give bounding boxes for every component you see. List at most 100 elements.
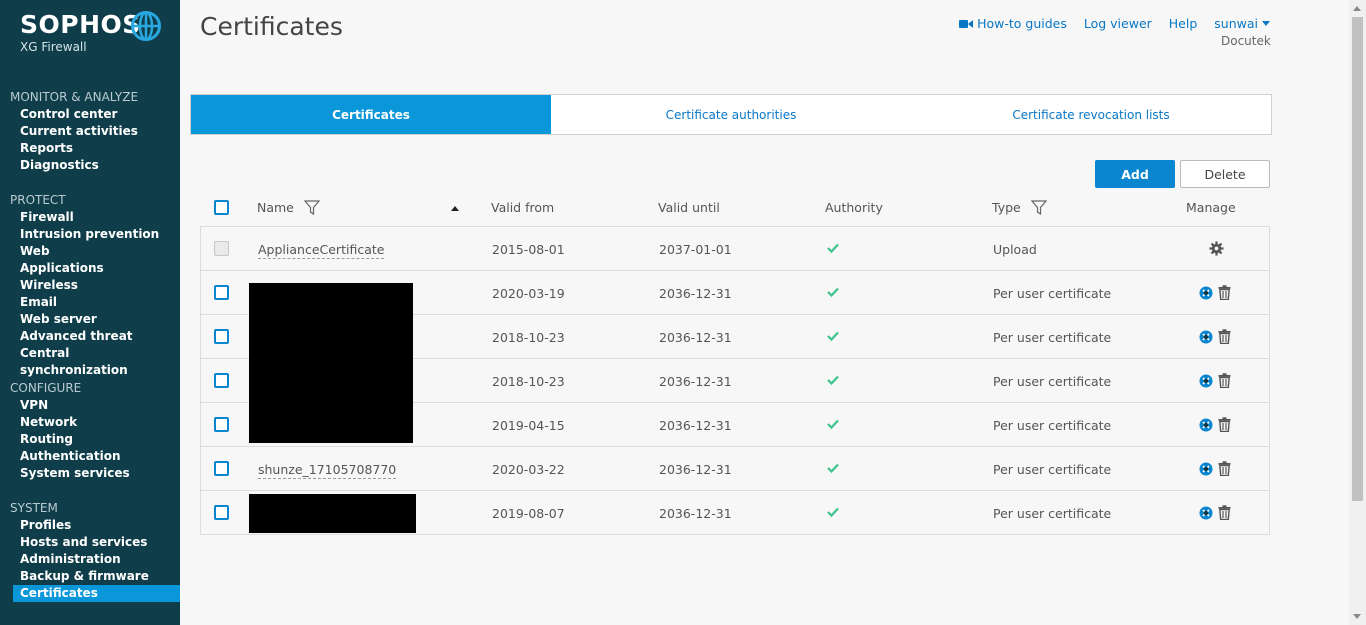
tab-bar: Certificates Certificate authorities Cer… <box>190 94 1272 135</box>
sidebar-item-hosts-and-services[interactable]: Hosts and services <box>0 534 180 551</box>
row-checkbox[interactable] <box>214 505 229 520</box>
redacted-names-block <box>249 283 413 443</box>
table-row: ApplianceCertificate 2015-08-01 2037-01-… <box>201 227 1269 271</box>
column-valid-until[interactable]: Valid until <box>658 200 720 215</box>
row-checkbox[interactable] <box>214 329 229 344</box>
row-checkbox[interactable] <box>214 417 229 432</box>
download-icon[interactable] <box>1199 286 1213 300</box>
filter-icon[interactable] <box>303 200 320 215</box>
log-viewer-link[interactable]: Log viewer <box>1084 16 1152 31</box>
valid-until: 2036-12-31 <box>659 418 732 433</box>
row-checkbox[interactable] <box>214 285 229 300</box>
nav-section-monitor: MONITOR & ANALYZE <box>10 90 139 104</box>
column-authority[interactable]: Authority <box>825 200 883 215</box>
valid-until: 2036-12-31 <box>659 330 732 345</box>
scroll-up-icon[interactable] <box>1353 6 1361 11</box>
top-links: How-to guides Log viewer Help sunwai <box>959 16 1270 31</box>
tab-certificate-revocation-lists[interactable]: Certificate revocation lists <box>911 95 1271 134</box>
sidebar-item-authentication[interactable]: Authentication <box>0 448 180 465</box>
check-icon <box>827 375 839 385</box>
valid-from: 2015-08-01 <box>492 242 565 257</box>
certificate-name[interactable]: ApplianceCertificate <box>258 242 385 259</box>
valid-until: 2036-12-31 <box>659 374 732 389</box>
sidebar-item-routing[interactable]: Routing <box>0 431 180 448</box>
sidebar-item-backup-firmware[interactable]: Backup & firmware <box>0 568 180 585</box>
trash-icon[interactable] <box>1218 461 1231 476</box>
sidebar-item-web-server[interactable]: Web server <box>0 311 180 328</box>
sidebar-item-administration[interactable]: Administration <box>0 551 180 568</box>
nav-section-configure: CONFIGURE <box>10 381 82 395</box>
download-icon[interactable] <box>1199 330 1213 344</box>
row-checkbox[interactable] <box>214 373 229 388</box>
scroll-down-icon[interactable] <box>1353 614 1361 619</box>
column-manage: Manage <box>1186 200 1236 215</box>
tab-certificate-authorities[interactable]: Certificate authorities <box>551 95 911 134</box>
sidebar-item-system-services[interactable]: System services <box>0 465 180 482</box>
sidebar-item-vpn[interactable]: VPN <box>0 397 180 414</box>
how-to-guides-link[interactable]: How-to guides <box>959 16 1067 31</box>
user-menu[interactable]: sunwai <box>1214 16 1270 31</box>
sidebar-item-firewall[interactable]: Firewall <box>0 209 180 226</box>
download-icon[interactable] <box>1199 506 1213 520</box>
filter-icon[interactable] <box>1030 200 1047 215</box>
download-icon[interactable] <box>1199 462 1213 476</box>
check-icon <box>827 287 839 297</box>
valid-from: 2020-03-19 <box>492 286 565 301</box>
chevron-down-icon <box>1262 21 1270 26</box>
redacted-name-block <box>249 494 416 533</box>
help-link[interactable]: Help <box>1169 16 1198 31</box>
valid-from: 2019-08-07 <box>492 506 565 521</box>
sidebar-item-profiles[interactable]: Profiles <box>0 517 180 534</box>
sidebar-item-certificates[interactable]: Certificates <box>13 585 180 602</box>
trash-icon[interactable] <box>1218 417 1231 432</box>
nav-section-system: SYSTEM <box>10 501 58 515</box>
select-all-checkbox[interactable] <box>214 200 229 215</box>
sidebar-item-network[interactable]: Network <box>0 414 180 431</box>
trash-icon[interactable] <box>1218 285 1231 300</box>
download-icon[interactable] <box>1199 374 1213 388</box>
valid-from: 2020-03-22 <box>492 462 565 477</box>
sidebar-item-reports[interactable]: Reports <box>0 140 180 157</box>
brand-logo[interactable]: SOPHOS XG Firewall <box>20 10 141 54</box>
sidebar-item-applications[interactable]: Applications <box>0 260 180 277</box>
sidebar-item-control-center[interactable]: Control center <box>0 106 180 123</box>
video-camera-icon <box>959 20 974 28</box>
sidebar-item-intrusion-prevention[interactable]: Intrusion prevention <box>0 226 180 243</box>
sidebar-item-wireless[interactable]: Wireless <box>0 277 180 294</box>
page-title: Certificates <box>200 12 343 41</box>
table-header: Name Valid from Valid until Authority Ty… <box>200 196 1270 222</box>
sidebar-item-diagnostics[interactable]: Diagnostics <box>0 157 180 174</box>
download-icon[interactable] <box>1199 418 1213 432</box>
brand-product: XG Firewall <box>20 40 87 54</box>
trash-icon[interactable] <box>1218 373 1231 388</box>
column-type[interactable]: Type <box>992 200 1047 215</box>
vertical-scrollbar[interactable] <box>1349 0 1366 625</box>
certificate-type: Per user certificate <box>993 286 1112 301</box>
sidebar-item-current-activities[interactable]: Current activities <box>0 123 180 140</box>
delete-button[interactable]: Delete <box>1180 160 1270 188</box>
trash-icon[interactable] <box>1218 505 1231 520</box>
add-button[interactable]: Add <box>1095 160 1175 188</box>
gear-icon[interactable] <box>1209 241 1224 256</box>
tab-certificates[interactable]: Certificates <box>191 95 551 134</box>
sidebar-item-advanced-threat[interactable]: Advanced threat <box>0 328 180 345</box>
sidebar-item-email[interactable]: Email <box>0 294 180 311</box>
scrollbar-thumb[interactable] <box>1352 17 1363 501</box>
check-icon <box>827 419 839 429</box>
valid-from: 2018-10-23 <box>492 330 565 345</box>
column-name[interactable]: Name <box>257 200 320 215</box>
certificate-type: Upload <box>993 242 1037 257</box>
certificate-name[interactable]: shunze_17105708770 <box>258 462 397 479</box>
sidebar-item-central-synchronization[interactable]: Central synchronization <box>0 345 180 377</box>
check-icon <box>827 331 839 341</box>
check-icon <box>827 243 839 253</box>
certificate-type: Per user certificate <box>993 506 1112 521</box>
column-name-label: Name <box>257 200 294 215</box>
column-valid-from[interactable]: Valid from <box>491 200 554 215</box>
sidebar-item-web[interactable]: Web <box>0 243 180 260</box>
row-checkbox[interactable] <box>214 461 229 476</box>
valid-until: 2036-12-31 <box>659 506 732 521</box>
sort-ascending-icon[interactable] <box>451 206 459 211</box>
globe-icon <box>131 11 161 41</box>
trash-icon[interactable] <box>1218 329 1231 344</box>
